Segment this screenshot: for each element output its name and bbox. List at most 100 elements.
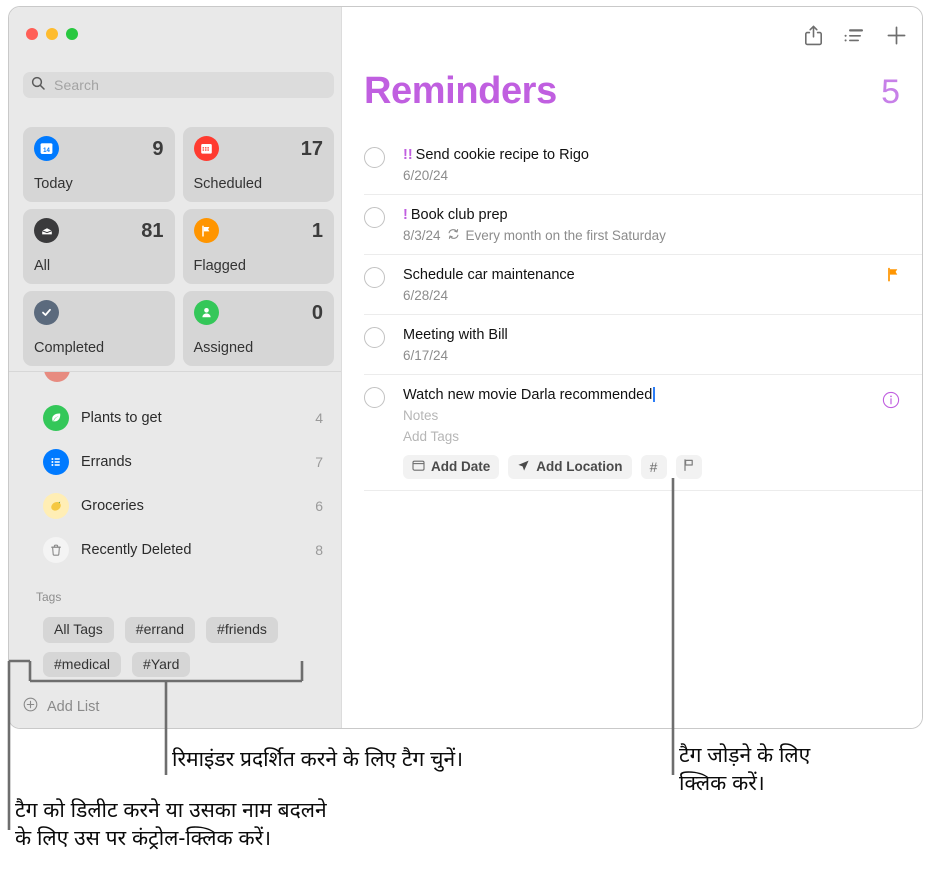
- table-row[interactable]: Schedule car maintenance 6/28/24: [364, 254, 922, 314]
- tag-pill-yard[interactable]: #Yard: [132, 651, 191, 677]
- reminder-title: Meeting with Bill: [403, 327, 508, 344]
- inbox-icon: [34, 218, 59, 243]
- flag-indicator-icon[interactable]: [886, 267, 900, 287]
- reminder-date: 6/17/24: [403, 348, 449, 364]
- smart-list-scheduled[interactable]: 17 Scheduled: [182, 127, 334, 202]
- complete-checkbox[interactable]: [364, 387, 385, 409]
- add-tag-chip[interactable]: #: [640, 454, 667, 479]
- close-button[interactable]: [26, 28, 38, 40]
- reminder-count-badge: 5: [881, 73, 900, 111]
- leaf-icon: [43, 405, 69, 431]
- flag-outline-icon: [682, 458, 695, 475]
- reminder-repeat-text: Every month on the first Saturday: [465, 228, 666, 244]
- smart-list-label: Flagged: [193, 258, 246, 274]
- add-date-chip[interactable]: Add Date: [403, 454, 500, 479]
- minimize-button[interactable]: [46, 28, 58, 40]
- smart-list-assigned[interactable]: 0 Assigned: [182, 291, 334, 366]
- list-item-count: 4: [315, 410, 323, 426]
- tag-pill-errand[interactable]: #errand: [124, 617, 196, 643]
- smart-list-label: Scheduled: [193, 176, 263, 192]
- complete-checkbox[interactable]: [364, 207, 385, 229]
- partial-list-icon: [44, 372, 70, 382]
- complete-checkbox[interactable]: [364, 147, 385, 168]
- smart-list-count: 9: [152, 137, 164, 160]
- search-field[interactable]: Search: [23, 72, 334, 98]
- callout-delete-tag: टैग को डिलीट करने या उसका नाम बदलने के ल…: [15, 799, 327, 851]
- reminder-title-row: ! Book club prep: [403, 205, 922, 226]
- list-item-recently-deleted[interactable]: Recently Deleted 8: [9, 528, 341, 572]
- info-circle-icon[interactable]: [882, 391, 900, 414]
- smart-list-flagged[interactable]: 1 Flagged: [182, 209, 334, 284]
- smart-list-completed[interactable]: Completed: [23, 291, 175, 366]
- calendar-icon: 14: [34, 136, 59, 161]
- reminder-title-row[interactable]: Watch new movie Darla recommended: [403, 385, 922, 406]
- list-item-count: 6: [315, 498, 323, 514]
- detail-toolbar: [804, 25, 907, 46]
- table-row[interactable]: !! Send cookie recipe to Rigo 6/20/24: [364, 135, 922, 194]
- smart-list-today[interactable]: 14 9 Today: [23, 127, 175, 202]
- calendar-days-icon: [193, 136, 219, 161]
- tags-section-header: Tags: [36, 590, 62, 604]
- smart-list-label: Today: [34, 176, 73, 192]
- checkmark-icon: [34, 300, 59, 325]
- priority-indicator: !: [403, 207, 408, 224]
- reminder-title-row: Meeting with Bill: [403, 325, 922, 346]
- plus-icon[interactable]: [886, 25, 907, 46]
- add-flag-chip[interactable]: [675, 454, 702, 479]
- smart-list-all[interactable]: 81 All: [23, 209, 175, 284]
- search-icon: [31, 76, 45, 95]
- table-row[interactable]: Meeting with Bill 6/17/24: [364, 314, 922, 374]
- smart-list-count: 81: [141, 219, 164, 242]
- callout-add-tag: टैग जोड़ने के लिए क्लिक करें।: [679, 744, 811, 796]
- quick-action-chips: Add Date Add Location #: [403, 454, 922, 479]
- tag-pill-friends[interactable]: #friends: [206, 617, 278, 643]
- smart-list-count: 0: [311, 301, 323, 324]
- smart-list-label: Assigned: [193, 340, 254, 356]
- repeat-icon: [447, 228, 460, 243]
- zoom-button[interactable]: [66, 28, 78, 40]
- add-location-chip[interactable]: Add Location: [508, 454, 632, 479]
- list-item-count: 7: [315, 454, 323, 470]
- list-item-errands[interactable]: Errands 7: [9, 440, 341, 484]
- add-list-button[interactable]: Add List: [23, 697, 99, 717]
- text-caret: [653, 387, 655, 403]
- reminder-subtitle: 8/3/24 Every month on the first Saturday: [403, 228, 922, 243]
- window-traffic-lights: [26, 28, 78, 40]
- reminder-title: Book club prep: [410, 207, 508, 224]
- reminders-app-window: Search 14 9 Today 17 Scheduled 81 All 1 …: [8, 6, 923, 729]
- tag-pill-medical[interactable]: #medical: [43, 651, 122, 677]
- location-arrow-icon: [517, 459, 530, 475]
- reminder-title-input[interactable]: Watch new movie Darla recommended: [403, 387, 652, 403]
- search-placeholder: Search: [54, 77, 99, 93]
- list-item-plants-to-get[interactable]: Plants to get 4: [9, 396, 341, 440]
- smart-list-label: Completed: [34, 340, 105, 356]
- reminder-date: 8/3/24: [403, 228, 441, 244]
- share-icon[interactable]: [804, 25, 823, 46]
- trash-icon: [43, 537, 69, 563]
- list-item-groceries[interactable]: Groceries 6: [9, 484, 341, 528]
- list-item-count: 8: [315, 542, 323, 558]
- priority-indicator: !!: [403, 147, 413, 163]
- flag-icon: [193, 218, 219, 243]
- list-icon: [43, 449, 69, 475]
- detail-pane: Reminders 5 !! Send cookie recipe to Rigo…: [341, 7, 922, 728]
- list-item-label: Recently Deleted: [81, 542, 192, 558]
- lemon-icon: [43, 493, 69, 519]
- list-item-label: Plants to get: [81, 410, 162, 426]
- smart-list-count: 17: [300, 137, 323, 160]
- add-tags-placeholder[interactable]: Add Tags: [403, 427, 922, 448]
- user-lists: Plants to get 4 Errands 7 Groceries 6 Re…: [9, 371, 341, 578]
- table-row-editing[interactable]: Watch new movie Darla recommended Notes …: [364, 374, 922, 491]
- person-icon: [193, 300, 219, 325]
- table-row[interactable]: ! Book club prep 8/3/24 Every month on t…: [364, 194, 922, 254]
- reminder-subtitle: 6/28/24: [403, 288, 922, 303]
- complete-checkbox[interactable]: [364, 267, 385, 289]
- tag-pill-all-tags[interactable]: All Tags: [43, 617, 114, 643]
- hash-icon: #: [649, 458, 658, 475]
- list-view-icon[interactable]: [844, 27, 865, 45]
- reminder-title: Send cookie recipe to Rigo: [415, 147, 589, 163]
- notes-placeholder[interactable]: Notes: [403, 406, 922, 427]
- reminder-subtitle: 6/17/24: [403, 348, 922, 363]
- complete-checkbox[interactable]: [364, 327, 385, 349]
- plus-circle-icon: [23, 697, 38, 717]
